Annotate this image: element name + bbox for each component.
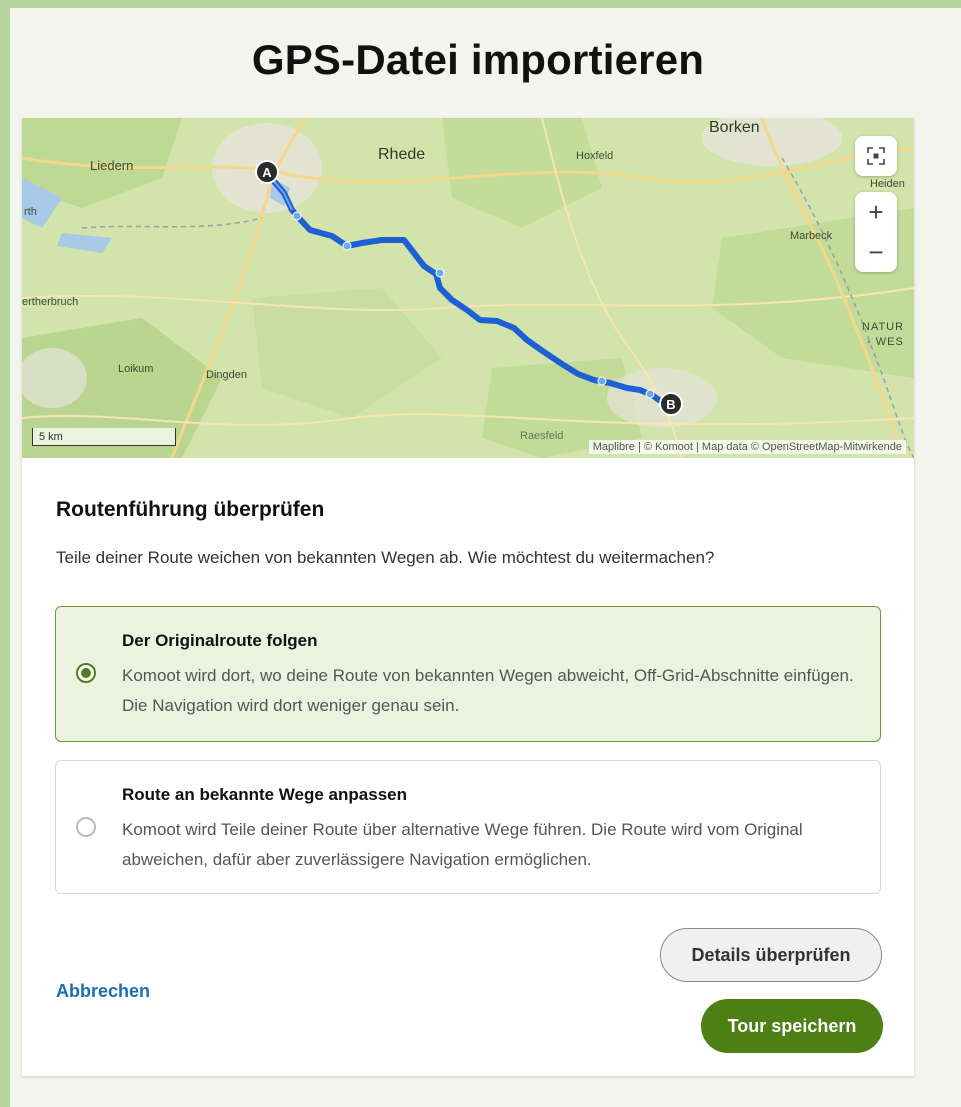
- option-description: Komoot wird Teile deiner Route über alte…: [122, 820, 803, 869]
- review-description: Teile deiner Route weichen von bekannten…: [56, 548, 715, 567]
- review-heading: Routenführung überprüfen: [56, 498, 325, 521]
- map-label-wes: - WES: [867, 336, 904, 348]
- map-label-rth: rth: [24, 206, 37, 218]
- option-description: Komoot wird dort, wo deine Route von bek…: [122, 666, 854, 715]
- option-title: Route an bekannte Wege anpassen: [122, 785, 407, 804]
- zoom-in-button[interactable]: +: [855, 192, 897, 232]
- map-label-natur: NATUR: [862, 321, 905, 333]
- map-canvas: [22, 118, 914, 458]
- route-start-marker[interactable]: A: [255, 160, 279, 184]
- zoom-out-button[interactable]: −: [855, 232, 897, 272]
- map-label-rhede: Rhede: [378, 146, 426, 163]
- import-card: Borken Rhede Hoxfeld Liedern Heiden rth …: [22, 118, 914, 1076]
- page: GPS-Datei importieren Borken Rhede Hoxfe…: [10, 8, 961, 1107]
- option-title: Der Originalroute folgen: [122, 631, 318, 650]
- recenter-icon: [867, 147, 885, 165]
- map-label-borken: Borken: [709, 119, 760, 136]
- map-label-heiden: Heiden: [870, 178, 905, 190]
- option-follow-original[interactable]: Der Originalroute folgen Komoot wird dor…: [55, 606, 881, 742]
- map-label-liedern: Liedern: [90, 158, 134, 173]
- route-end-marker[interactable]: B: [659, 392, 683, 416]
- zoom-controls: + −: [855, 192, 897, 272]
- map-scale-bar: 5 km: [32, 428, 176, 446]
- radio-selected[interactable]: [76, 663, 96, 683]
- map-attribution: Maplibre | © Komoot | Map data © OpenStr…: [588, 440, 906, 454]
- map-label-marbeck: Marbeck: [790, 230, 833, 242]
- map-label-raesfeld: Raesfeld: [520, 430, 564, 442]
- dialog-title: GPS-Datei importieren: [251, 36, 705, 83]
- map-label-hoxfeld: Hoxfeld: [576, 150, 614, 162]
- review-details-button[interactable]: Details überprüfen: [660, 928, 882, 982]
- option-adjust-route[interactable]: Route an bekannte Wege anpassen Komoot w…: [55, 760, 881, 894]
- radio-unselected[interactable]: [76, 817, 96, 837]
- save-tour-button[interactable]: Tour speichern: [701, 999, 883, 1053]
- map-label-dingden: Dingden: [206, 369, 247, 381]
- map-label-ertherbruch: ertherbruch: [22, 296, 79, 308]
- cancel-link[interactable]: Abbrechen: [56, 981, 150, 1002]
- map-label-loikum: Loikum: [118, 363, 154, 375]
- recenter-button[interactable]: [855, 136, 897, 176]
- route-map[interactable]: Borken Rhede Hoxfeld Liedern Heiden rth …: [22, 118, 914, 458]
- recenter-control: [855, 136, 897, 176]
